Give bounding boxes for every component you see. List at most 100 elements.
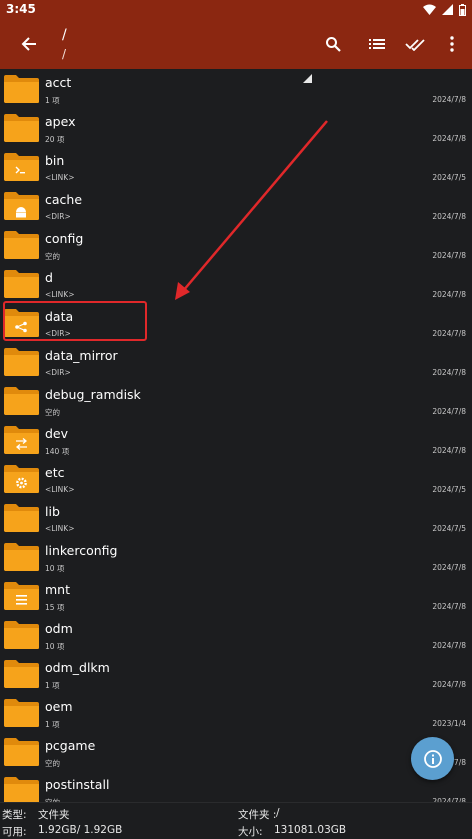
file-date: 2024/7/8	[432, 134, 466, 143]
file-name: config	[45, 231, 84, 246]
file-meta: <LINK>	[45, 524, 75, 533]
file-meta: <DIR>	[45, 329, 71, 338]
type-value: 文件夹	[38, 809, 70, 821]
file-date: 2024/7/8	[432, 407, 466, 416]
list-folder-icon	[4, 582, 39, 610]
toolbar: / /	[0, 19, 472, 83]
file-row-debug-ramdisk[interactable]: debug_ramdisk 空的 2024/7/8	[0, 381, 472, 420]
type-label: 类型:	[2, 809, 27, 821]
file-row-bin[interactable]: bin <LINK> 2024/7/5	[0, 147, 472, 186]
file-name: odm	[45, 621, 73, 636]
file-row-cache[interactable]: cache <DIR> 2024/7/8	[0, 186, 472, 225]
file-name: cache	[45, 192, 83, 207]
file-date: 2024/7/8	[432, 251, 466, 260]
search-icon	[326, 37, 341, 52]
file-meta: 空的	[45, 759, 60, 768]
file-row-dev[interactable]: dev 140 项 2024/7/8	[0, 420, 472, 459]
available-value: 1.92GB/ 1.92GB	[38, 824, 123, 836]
file-meta: 20 项	[45, 135, 65, 144]
file-name: data_mirror	[45, 348, 118, 363]
double-check-icon	[405, 39, 425, 51]
file-date: 2024/7/8	[432, 212, 466, 221]
info-icon	[423, 749, 442, 768]
file-date: 2023/1/4	[432, 719, 466, 728]
file-date: 2024/7/8	[432, 329, 466, 338]
file-list: acct 1 项 2024/7/8 apex 20 项 2024/7/8 bin <LINK>…	[0, 69, 472, 802]
status-bar: 3:45	[0, 0, 472, 19]
file-date: 2024/7/8	[432, 368, 466, 377]
folder-icon	[4, 270, 39, 298]
back-button[interactable]	[17, 32, 41, 56]
gear-folder-icon	[4, 465, 39, 493]
search-button[interactable]	[321, 32, 345, 56]
folder-icon	[4, 348, 39, 376]
file-date: 2024/7/5	[432, 173, 466, 182]
more-options-button[interactable]	[440, 32, 464, 56]
size-value: 131081.03GB	[274, 824, 347, 836]
file-date: 2024/7/8	[432, 446, 466, 455]
file-row-mnt[interactable]: mnt 15 项 2024/7/8	[0, 576, 472, 615]
file-row-apex[interactable]: apex 20 项 2024/7/8	[0, 108, 472, 147]
file-meta: 空的	[45, 252, 60, 261]
list-view-button[interactable]	[365, 32, 389, 56]
file-row-lib[interactable]: lib <LINK> 2024/7/5	[0, 498, 472, 537]
file-meta: <LINK>	[45, 290, 75, 299]
file-meta: 140 项	[45, 447, 70, 456]
android-folder-icon	[4, 192, 39, 220]
file-row-data-mirror[interactable]: data_mirror <DIR> 2024/7/8	[0, 342, 472, 381]
multi-select-button[interactable]	[403, 32, 427, 56]
folder-icon	[4, 114, 39, 142]
file-meta: <DIR>	[45, 368, 71, 377]
file-name: acct	[45, 75, 72, 90]
file-row-config[interactable]: config 空的 2024/7/8	[0, 225, 472, 264]
terminal-folder-icon	[4, 153, 39, 181]
file-date: 2024/7/8	[432, 680, 466, 689]
battery-icon	[459, 3, 466, 16]
file-date: 2024/7/8	[432, 563, 466, 572]
file-meta: <LINK>	[45, 173, 75, 182]
file-row-acct[interactable]: acct 1 项 2024/7/8	[0, 69, 472, 108]
file-meta: <DIR>	[45, 212, 71, 221]
file-row-odm[interactable]: odm 10 项 2024/7/8	[0, 615, 472, 654]
file-meta: 10 项	[45, 642, 65, 651]
file-name: etc	[45, 465, 65, 480]
file-row-data[interactable]: data <DIR> 2024/7/8	[0, 303, 472, 342]
file-meta: <LINK>	[45, 485, 75, 494]
file-row-oem[interactable]: oem 1 项 2023/1/4	[0, 693, 472, 732]
file-date: 2024/7/5	[432, 524, 466, 533]
file-name: odm_dlkm	[45, 660, 110, 675]
file-meta: 空的	[45, 408, 60, 417]
folder-icon	[4, 543, 39, 571]
file-row-postinstall[interactable]: postinstall空的2024/7/8	[0, 771, 472, 802]
folder-icon	[4, 504, 39, 532]
footer-info-bar: 类型: 文件夹 可用: 1.92GB/ 1.92GB 文件夹 : / 大小: 1…	[0, 802, 472, 839]
file-row-odm-dlkm[interactable]: odm_dlkm 1 项 2024/7/8	[0, 654, 472, 693]
file-name: data	[45, 309, 74, 324]
file-meta: 15 项	[45, 603, 65, 612]
folder-icon	[4, 699, 39, 727]
file-row-d[interactable]: d <LINK> 2024/7/8	[0, 264, 472, 303]
file-meta: 1 项	[45, 96, 60, 105]
file-row-etc[interactable]: etc <LINK> 2024/7/5	[0, 459, 472, 498]
file-name: pcgame	[45, 738, 96, 753]
file-row-linkerconfig[interactable]: linkerconfig 10 项 2024/7/8	[0, 537, 472, 576]
available-label: 可用:	[2, 826, 27, 838]
current-path-title[interactable]: /	[62, 27, 67, 43]
info-fab-button[interactable]	[411, 737, 454, 780]
file-row-pcgame[interactable]: pcgame空的2024/7/8	[0, 732, 472, 771]
file-meta: 10 项	[45, 564, 65, 573]
current-path-subtitle: /	[62, 47, 67, 61]
file-name: linkerconfig	[45, 543, 118, 558]
file-name: bin	[45, 153, 65, 168]
file-name: debug_ramdisk	[45, 387, 141, 402]
folder-icon	[4, 738, 39, 766]
file-name: mnt	[45, 582, 70, 597]
file-name: lib	[45, 504, 60, 519]
folder-label: 文件夹 :	[238, 809, 277, 821]
folder-icon	[4, 621, 39, 649]
signal-icon	[442, 4, 453, 15]
wifi-icon	[423, 4, 436, 15]
back-arrow-icon	[21, 37, 36, 51]
file-name: oem	[45, 699, 73, 714]
file-meta: 1 项	[45, 720, 60, 729]
